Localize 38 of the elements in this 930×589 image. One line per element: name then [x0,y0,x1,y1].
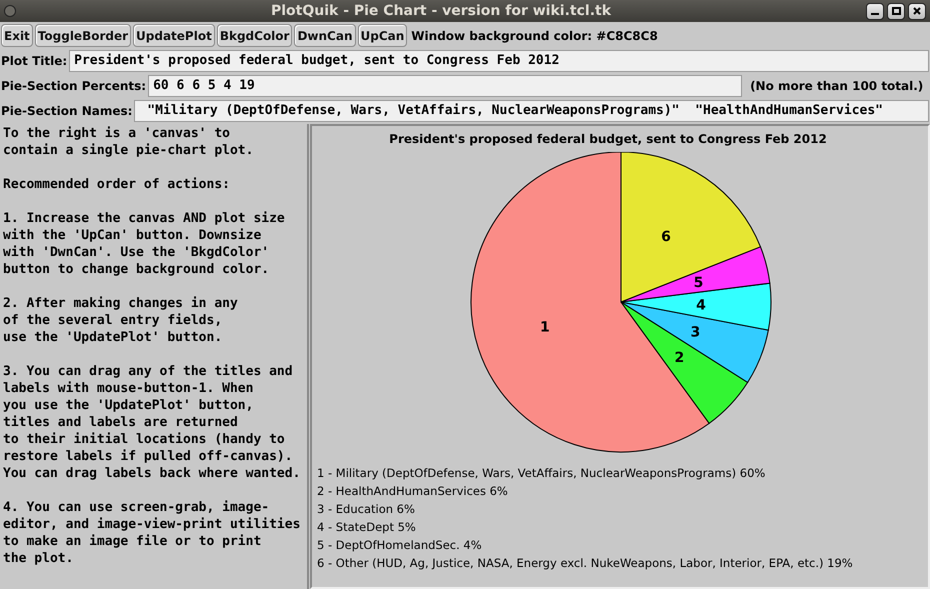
close-icon[interactable] [908,2,926,20]
help-paragraph: 4. You can use screen-grab, image- editor, and image-view-print utilities to make an image file or to print the plot. [3,499,302,567]
entry-field[interactable]: President's proposed federal budget, sent to Congress Feb 2012 [69,50,929,72]
toolbar-button[interactable]: BkgdColor [216,24,292,47]
slice-label: 2 [674,350,684,366]
slice-label: 1 [540,320,550,336]
toolbar-button[interactable]: UpdatePlot [133,24,215,47]
legend-entry: 5 - DeptOfHomelandSec. 4% [317,537,483,554]
help-paragraph: 3. You can drag any of the titles and labels with mouse-button-1. When you use the 'UpdatePlot' button, titles and labels are returned to their initial locations (handy to restore labels if pulled off-canvas). You can drag labels back where wanted. [3,363,302,482]
field-note: (No more than 100 total.) [750,78,924,94]
entry-field[interactable]: 60 6 6 5 4 19 [148,74,742,96]
legend-entry: 1 - Military (DeptOfDefense, Wars, VetAffairs, NuclearWeaponsPrograms) 60% [317,465,766,482]
background-color-label: Window background color: #C8C8C8 [411,28,658,44]
slice-label: 4 [696,298,706,314]
help-paragraph: 2. After making changes in any of the several entry fields, use the 'UpdatePlot' button. [3,295,239,346]
slice-label: 3 [690,324,700,340]
slice-label: 6 [661,228,671,245]
legend-entry: 2 - HealthAndHumanServices 6% [317,483,509,500]
minimize-icon[interactable] [866,2,884,20]
toolbar-button[interactable]: Exit [1,24,33,47]
field-label: Plot Title: [1,52,68,70]
field-label: Pie-Section Percents: [1,78,146,94]
help-paragraph: To the right is a 'canvas' to contain a single pie-chart plot. [3,125,254,159]
legend-entry: 4 - StateDept 5% [317,519,417,536]
help-paragraph: Recommended order of actions: [3,176,231,193]
toolbar-button[interactable]: DwnCan [294,24,356,47]
maximize-icon[interactable] [887,2,905,20]
window-title: PlotQuik - Pie Chart - version for wiki.tcl.tk [270,2,612,20]
toolbar-button[interactable]: ToggleBorder [34,24,132,47]
window-menu-icon[interactable] [4,5,16,17]
help-paragraph: 1. Increase the canvas AND plot size with the 'UpCan' button. Downsize with 'DwnCan'. Use the 'BkgdColor' button to change background color. [3,210,286,278]
entry-field[interactable]: "Military (DeptOfDefense, Wars, VetAffairs, NuclearWeaponsPrograms)" "HealthAndHumanServices" [134,100,929,122]
toolbar-button[interactable]: UpCan [358,24,408,47]
legend-entry: 6 - Other (HUD, Ag, Justice, NASA, Energy excl. NukeWeapons, Labor, Interior, EPA, etc.) 19% [317,555,854,572]
legend-entry: 3 - Education 6% [317,501,416,518]
field-label: Pie-Section Names: [1,102,132,120]
slice-label: 5 [694,275,704,292]
chart-title: President's proposed federal budget, sent to Congress Feb 2012 [389,131,827,148]
